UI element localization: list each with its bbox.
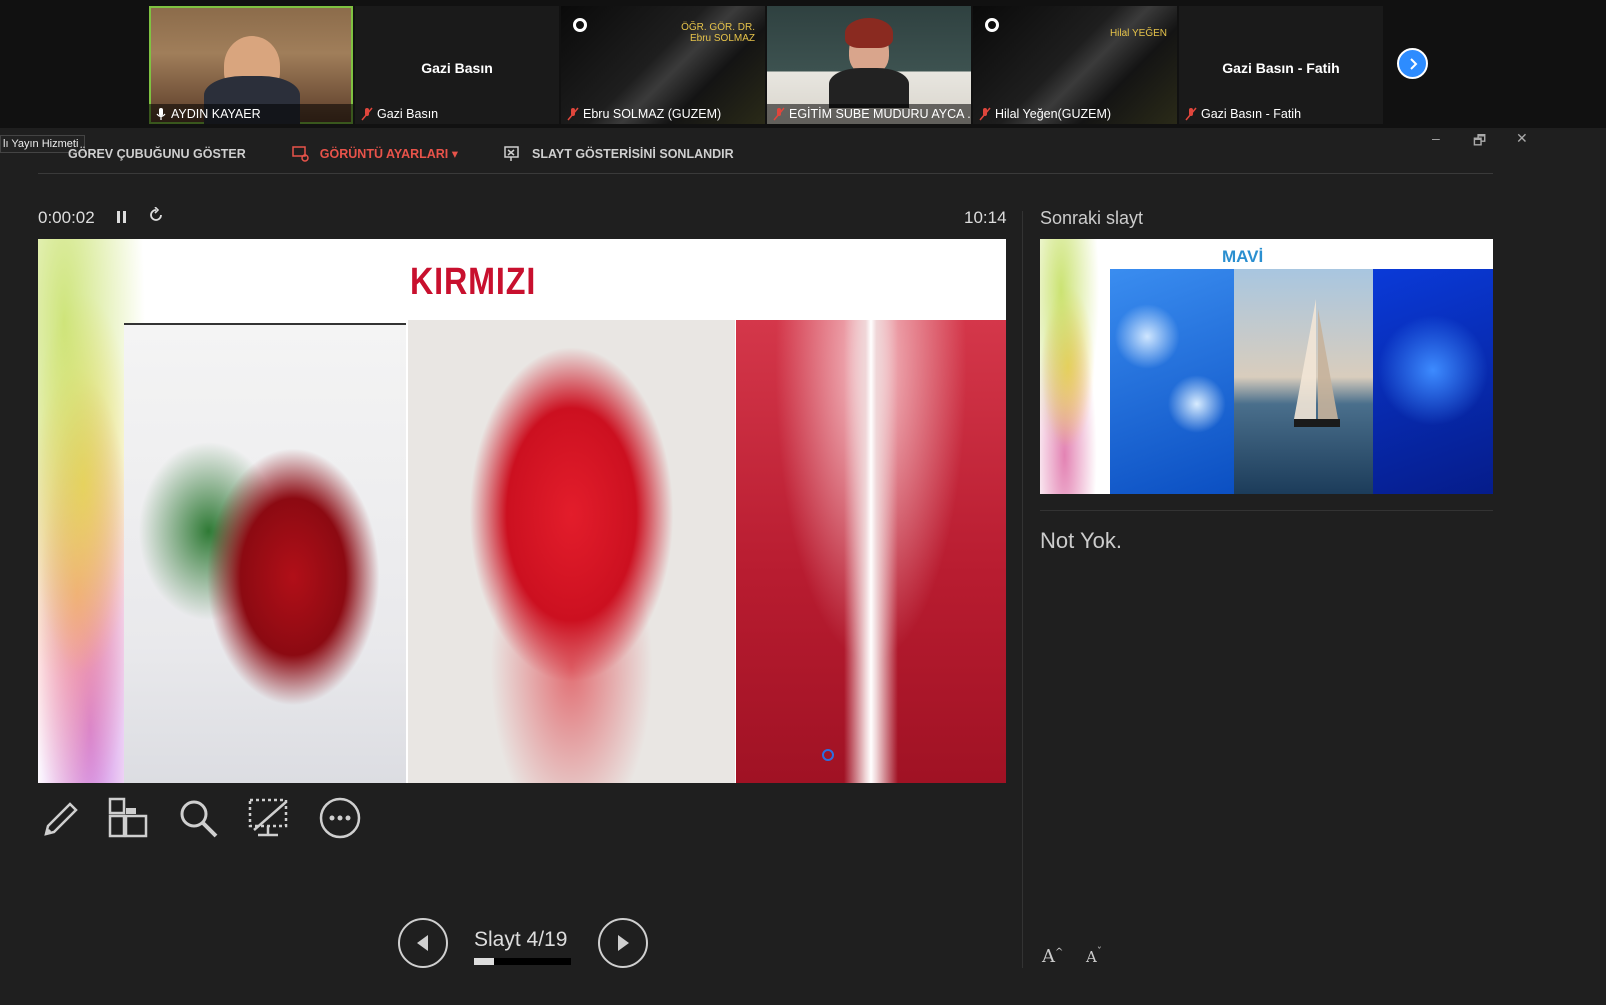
end-slideshow-button[interactable]: SLAYT GÖSTERİSİNİ SONLANDIR — [504, 145, 734, 162]
participant-name: EGİTİM SUBE MUDURU AYCA ... — [789, 107, 971, 121]
slide-progress-bar — [474, 958, 571, 965]
more-options-button[interactable] — [318, 796, 362, 840]
next-slide-title: MAVİ — [1222, 247, 1264, 266]
magnifier-icon — [180, 800, 218, 838]
participant-banner-title: Hilal YEĞEN — [1109, 28, 1167, 39]
participant-tile[interactable]: EGİTİM SUBE MUDURU AYCA ... — [767, 6, 971, 124]
participant-name-bar: EGİTİM SUBE MUDURU AYCA ... — [767, 104, 971, 124]
panel-divider — [1022, 211, 1023, 968]
participant-center-name: Gazi Basın - Fatih — [1222, 60, 1340, 76]
slide-title: KIRMIZI — [410, 261, 537, 303]
participant-name-bar: Gazi Basın - Fatih — [1179, 104, 1383, 124]
participant-name-bar: Ebru SOLMAZ (GUZEM) — [561, 104, 765, 124]
blue-abstract-image — [1373, 269, 1493, 494]
speaker-notes: Not Yok. — [1040, 528, 1122, 553]
slides-grid-icon — [108, 797, 148, 838]
end-slideshow-label: SLAYT GÖSTERİSİNİ SONLANDIR — [532, 146, 734, 161]
participant-tile[interactable]: AYDIN KAYAER — [149, 6, 353, 124]
university-logo-icon — [573, 18, 587, 32]
restart-icon — [150, 206, 162, 221]
slide-progress-fill — [474, 958, 495, 965]
participant-tile[interactable]: Gazi Basın Gazi Basın — [355, 6, 559, 124]
next-slide-button[interactable] — [598, 918, 648, 968]
show-taskbar-label: GÖREV ÇUBUĞUNU GÖSTER — [68, 146, 246, 161]
university-logo-icon — [985, 18, 999, 32]
rose-image — [124, 323, 406, 783]
previous-slide-button[interactable] — [398, 918, 448, 968]
participant-strip: AYDIN KAYAER Gazi Basın Gazi Basın ÖĞR. … — [0, 0, 1606, 128]
participant-name: Gazi Basın — [377, 107, 439, 121]
mouse-cursor-icon — [822, 749, 834, 761]
pause-timer-button[interactable] — [116, 210, 128, 228]
decrease-font-button[interactable]: Aˇ — [1086, 946, 1102, 967]
participant-name: Ebru SOLMAZ (GUZEM) — [583, 107, 722, 121]
current-time: 10:14 — [964, 208, 1007, 227]
pause-icon — [117, 211, 126, 223]
microphone-icon — [156, 108, 166, 120]
show-taskbar-button[interactable]: GÖREV ÇUBUĞUNU GÖSTER — [68, 147, 246, 161]
elapsed-timer: 0:00:02 — [38, 208, 95, 227]
next-slide-preview[interactable]: MAVİ — [1040, 239, 1493, 494]
restore-button[interactable]: 🗗 — [1473, 130, 1486, 154]
participant-name: Hilal Yeğen(GUZEM) — [995, 107, 1112, 121]
more-icon — [319, 797, 361, 839]
sailboat-image — [1234, 269, 1373, 494]
muted-microphone-icon — [361, 107, 373, 121]
participant-name: Gazi Basın - Fatih — [1201, 107, 1302, 121]
participant-name: AYDIN KAYAER — [171, 107, 261, 121]
close-button[interactable]: ✕ — [1516, 130, 1528, 147]
participant-tile[interactable]: Hilal YEĞEN Hilal Yeğen(GUZEM) — [973, 6, 1177, 124]
blue-hearts-image — [1110, 269, 1234, 494]
next-arrow-icon — [618, 935, 629, 951]
muted-microphone-icon — [1185, 107, 1197, 121]
participant-name-bar: AYDIN KAYAER — [149, 104, 353, 124]
red-waterfall-image — [736, 320, 1006, 783]
current-slide[interactable]: KIRMIZI — [38, 239, 1006, 783]
presenter-view: lı Yayın Hizmeti GÖREV ÇUBUĞUNU GÖSTER G… — [0, 128, 1606, 1005]
notes-divider — [1040, 510, 1493, 511]
next-slide-decor-swirl — [1040, 239, 1110, 494]
increase-font-button[interactable]: A^ — [1042, 946, 1063, 967]
participant-name-bar: Hilal Yeğen(GUZEM) — [973, 104, 1177, 124]
previous-arrow-icon — [417, 935, 428, 951]
participant-banner-title: ÖĞR. GÖR. DR. Ebru SOLMAZ — [681, 22, 755, 44]
display-settings-button[interactable]: GÖRÜNTÜ AYARLARI ▾ — [292, 145, 459, 162]
slide-counter[interactable]: Slayt 4/19 — [474, 928, 567, 952]
display-settings-icon — [292, 145, 309, 162]
participant-video-body — [829, 68, 909, 108]
chevron-right-icon — [1409, 57, 1417, 70]
participant-center-name: Gazi Basın — [421, 60, 493, 76]
presenter-toolbar: GÖREV ÇUBUĞUNU GÖSTER GÖRÜNTÜ AYARLARI ▾… — [38, 134, 1493, 174]
participant-video-hair — [845, 18, 893, 48]
pen-icon — [44, 802, 78, 836]
zoom-button[interactable] — [176, 796, 220, 840]
participant-tile[interactable]: Gazi Basın - Fatih Gazi Basın - Fatih — [1179, 6, 1383, 124]
minimize-button[interactable]: – — [1432, 130, 1440, 146]
sailboat-icon — [1294, 299, 1340, 427]
participant-name-bar: Gazi Basın — [355, 104, 559, 124]
black-screen-button[interactable] — [246, 796, 290, 840]
display-settings-label: GÖRÜNTÜ AYARLARI ▾ — [319, 147, 459, 161]
end-slideshow-icon — [504, 145, 519, 161]
muted-microphone-icon — [773, 107, 785, 121]
participant-tile[interactable]: ÖĞR. GÖR. DR. Ebru SOLMAZ Ebru SOLMAZ (G… — [561, 6, 765, 124]
see-all-slides-button[interactable] — [106, 796, 150, 840]
next-participants-button[interactable] — [1397, 48, 1428, 79]
pen-tool-button[interactable] — [38, 796, 82, 840]
broken-heart-image — [408, 320, 735, 783]
muted-microphone-icon — [567, 107, 579, 121]
screen-off-icon — [248, 798, 288, 837]
muted-microphone-icon — [979, 107, 991, 121]
next-slide-label: Sonraki slayt — [1040, 208, 1144, 228]
restart-timer-button[interactable] — [148, 206, 164, 228]
